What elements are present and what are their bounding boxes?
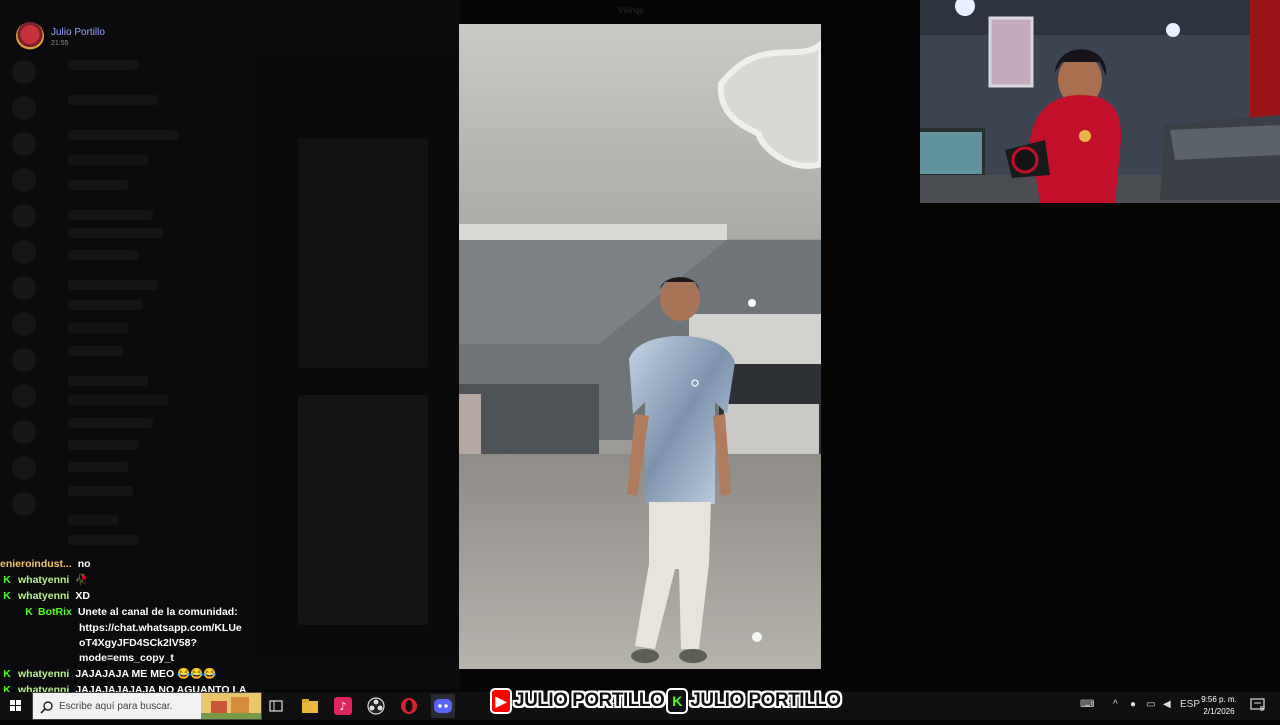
- keyboard-icon[interactable]: ⌨: [1080, 699, 1094, 710]
- shared-photo: [459, 24, 821, 669]
- webcam-scene: [920, 0, 1280, 203]
- chat-text: https://chat.whatsapp.com/KLUe: [79, 622, 242, 634]
- clock-date[interactable]: 2/1/2026: [1198, 707, 1240, 716]
- file-explorer-icon[interactable]: [300, 696, 320, 716]
- notification-center-icon[interactable]: 5: [1250, 698, 1268, 714]
- svg-text:♪: ♪: [339, 700, 346, 713]
- obs-icon[interactable]: [366, 696, 386, 716]
- chat-text: Unete al canal de la comunidad:: [77, 606, 238, 618]
- network-icon[interactable]: ▭: [1146, 699, 1155, 710]
- channel-brand-overlay: ▶ JULIO PORTILLO K JULIO PORTILLO: [490, 684, 841, 718]
- search-placeholder: Escribe aquí para buscar.: [59, 701, 173, 712]
- taskbar-search-box[interactable]: Escribe aquí para buscar.: [32, 692, 262, 720]
- chat-continuation: mode=ems_copy_t: [79, 651, 174, 666]
- microphone-icon[interactable]: ●: [1130, 699, 1136, 710]
- kick-badge-icon: K: [25, 606, 33, 618]
- chevron-up-icon[interactable]: ^: [1113, 699, 1118, 710]
- photo-scene: [459, 24, 821, 669]
- chat-message: Kwhatyenni XD: [0, 589, 90, 604]
- chat-text: oT4XgyJFD4SCk2lV58?: [79, 637, 197, 649]
- chat-text: 🥀: [75, 574, 89, 586]
- volume-icon[interactable]: ◀: [1163, 699, 1171, 710]
- chat-message: K BotRix Unete al canal de la comunidad:: [22, 605, 238, 620]
- brand-youtube: ▶ JULIO PORTILLO: [490, 688, 665, 714]
- broadcaster-timestamp: 21:55: [51, 40, 69, 47]
- discord-icon[interactable]: [431, 694, 455, 718]
- kick-badge-icon: K: [3, 574, 11, 586]
- opera-icon[interactable]: [399, 696, 419, 716]
- chat-username: enieroindust...: [0, 558, 72, 570]
- clock-time[interactable]: 9:56 p. m.: [1198, 695, 1240, 704]
- brand-label: JULIO PORTILLO: [514, 690, 665, 711]
- kick-icon: K: [666, 688, 689, 714]
- chat-text: JAJAJAJA ME MEO 😂😂😂: [75, 668, 217, 680]
- notification-count: 5: [1260, 706, 1264, 713]
- avatar: [16, 22, 44, 50]
- brand-kick: K JULIO PORTILLO: [666, 688, 841, 714]
- search-icon: [40, 701, 53, 714]
- chat-username: whatyenni: [18, 668, 70, 680]
- chat-text: XD: [75, 590, 90, 602]
- chat-continuation: oT4XgyJFD4SCk2lV58?: [79, 636, 197, 651]
- stream-chat-overlay: enieroindust... no Kwhatyenni 🥀 Kwhatyenni…: [0, 557, 260, 697]
- kick-badge-icon: K: [3, 590, 11, 602]
- task-view-icon[interactable]: [266, 696, 286, 716]
- start-button[interactable]: [0, 692, 32, 720]
- chat-message: Kwhatyenni 🥀: [0, 573, 88, 588]
- window-title: Vikings: [618, 6, 644, 15]
- chat-text: no: [77, 558, 91, 570]
- chat-message: enieroindust... no: [0, 557, 91, 572]
- broadcaster-name: Julio Portillo: [51, 27, 105, 38]
- brand-label: JULIO PORTILLO: [690, 690, 841, 711]
- webcam-feed: [920, 0, 1280, 203]
- chat-text: mode=ems_copy_t: [79, 652, 174, 664]
- chat-username: whatyenni: [18, 574, 70, 586]
- chat-message: Kwhatyenni JAJAJAJA ME MEO 😂😂😂: [0, 667, 216, 682]
- language-indicator[interactable]: ESP: [1180, 699, 1200, 710]
- windows-icon: [10, 700, 21, 711]
- chat-username: BotRix: [38, 606, 72, 618]
- search-highlight-image: [201, 693, 261, 719]
- chat-continuation: https://chat.whatsapp.com/KLUe: [79, 621, 242, 636]
- background-chat-column: [250, 50, 460, 660]
- chat-username: whatyenni: [18, 590, 70, 602]
- tiktok-icon[interactable]: ♪: [333, 696, 353, 716]
- kick-badge-icon: K: [3, 668, 11, 680]
- youtube-icon: ▶: [490, 688, 512, 714]
